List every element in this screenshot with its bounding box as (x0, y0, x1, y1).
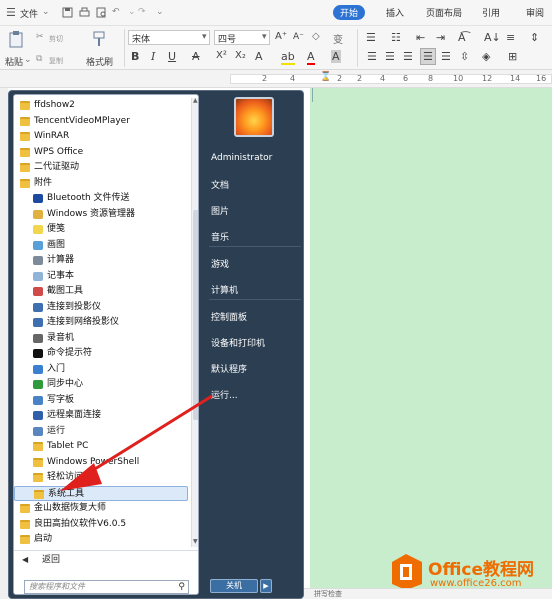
watermark-brand: Office教程网 (428, 560, 535, 580)
office-logo-icon (392, 554, 422, 590)
status-bar: 拼写检查 (304, 588, 552, 599)
annotation-arrow (60, 394, 213, 491)
arrow-shaft (81, 394, 213, 479)
spell-check-status[interactable]: 拼写检查 (314, 589, 342, 599)
